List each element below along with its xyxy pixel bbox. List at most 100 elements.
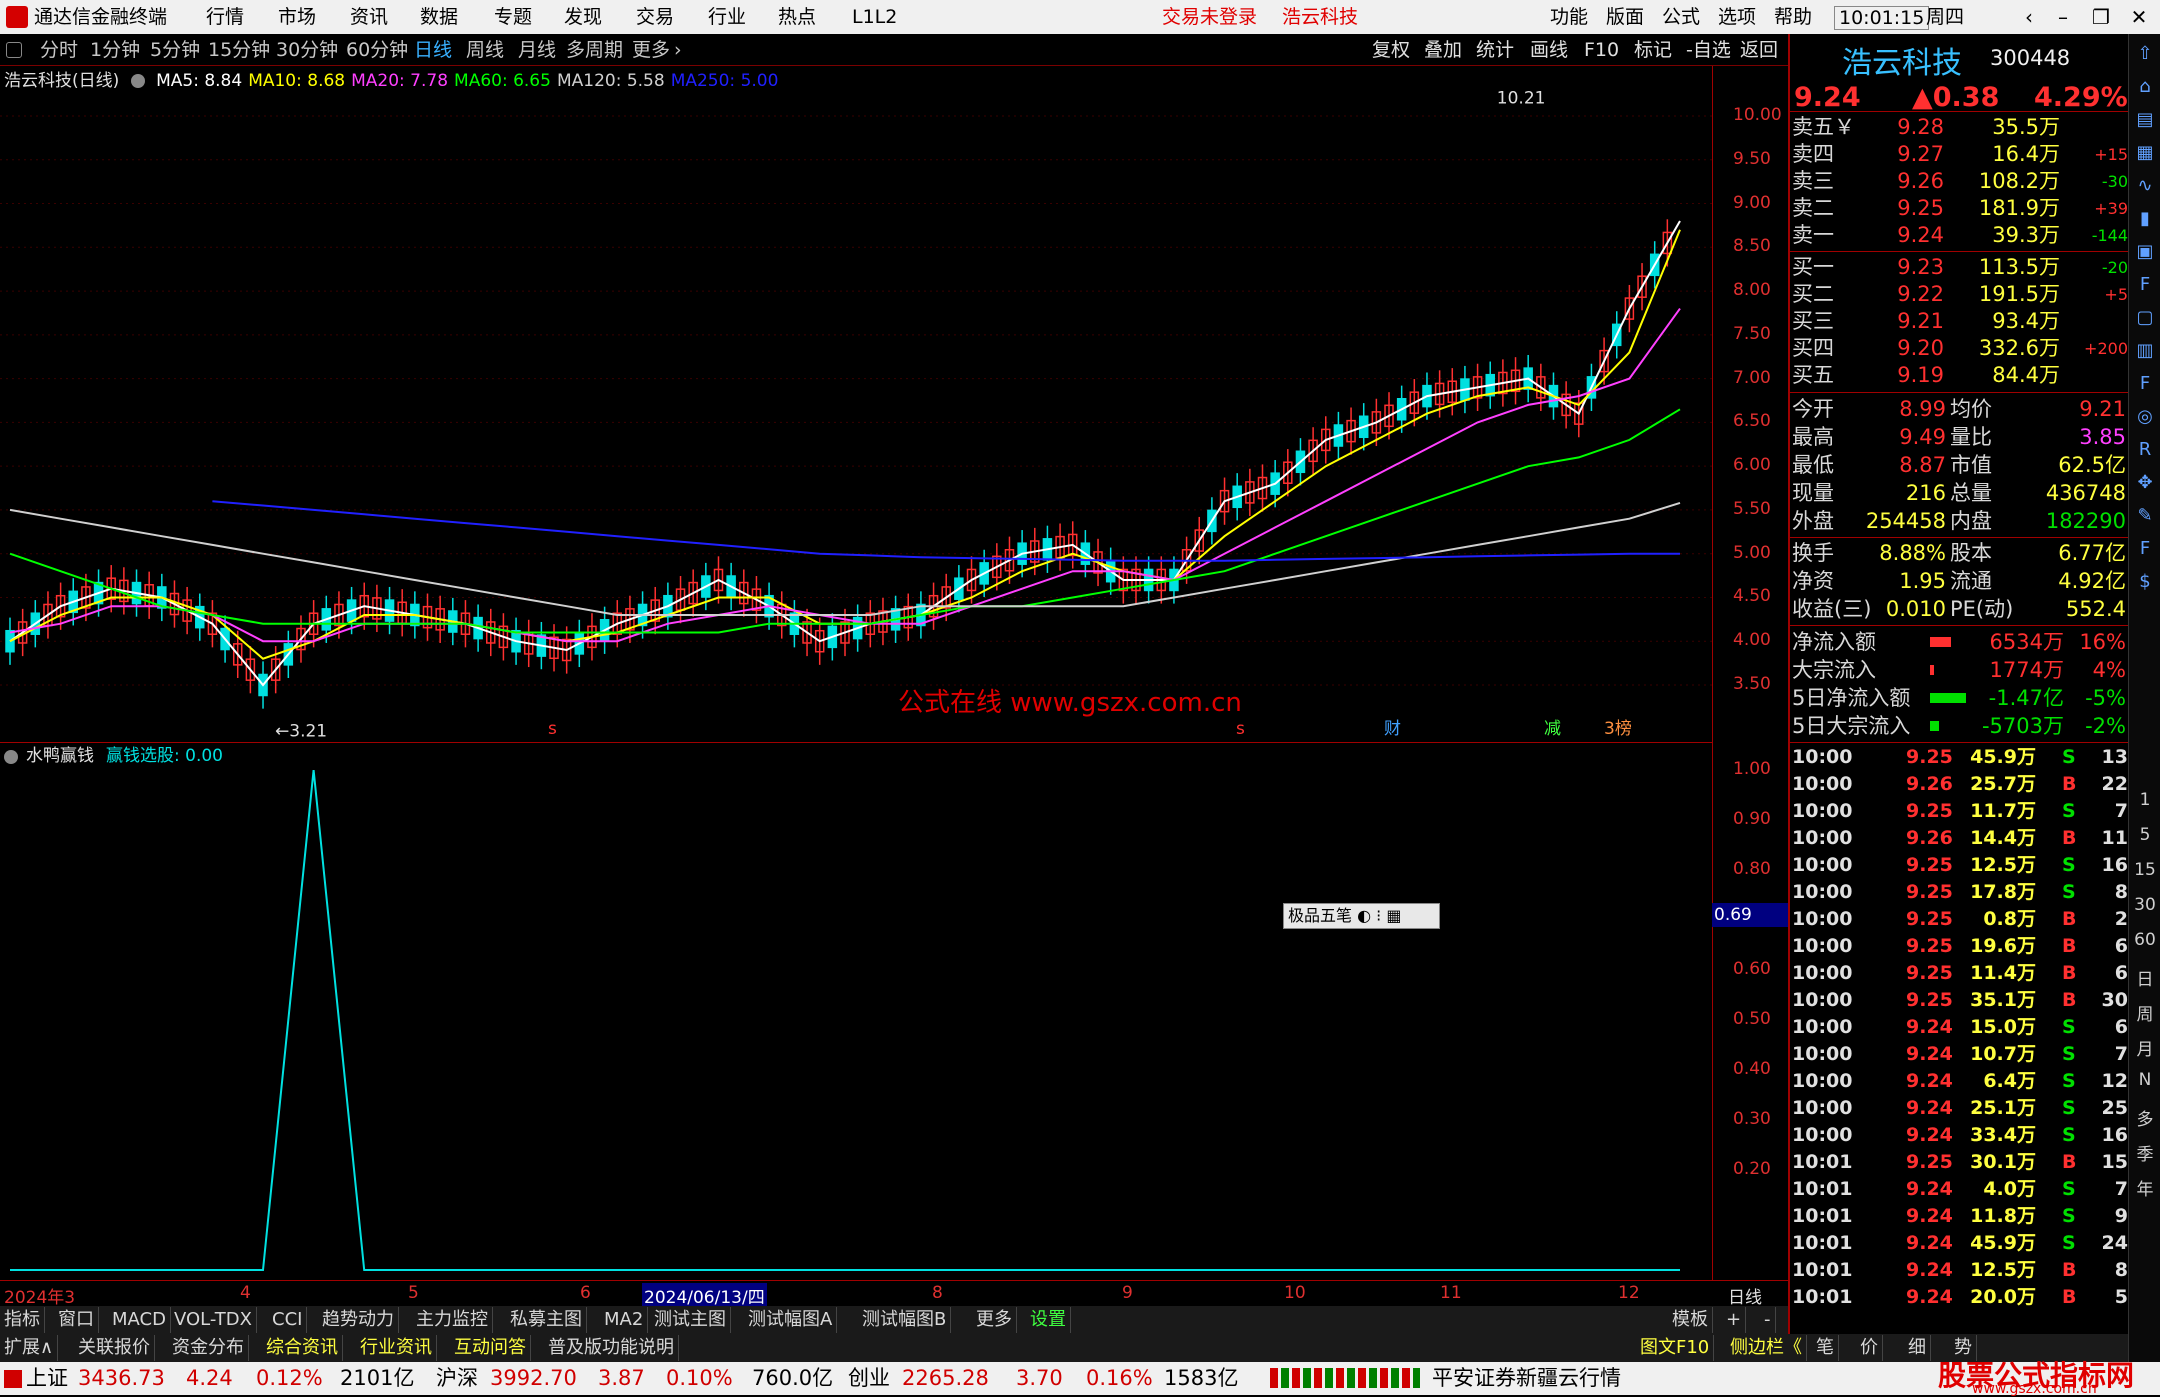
asks-row[interactable]: 卖四 9.27 16.4万 +15 [1790, 141, 2130, 168]
period-5[interactable]: 60分钟 [346, 38, 408, 62]
event-marker-0[interactable]: s [548, 719, 557, 739]
tool-1[interactable]: 叠加 [1424, 38, 1462, 62]
indicator-tab-0[interactable]: 指标 [0, 1307, 45, 1333]
info-tab-1[interactable]: 关联报价 [74, 1335, 155, 1361]
tick-row[interactable]: 10:00 9.24 10.7万 S 7 [1790, 1041, 2130, 1068]
indicator-tab-10[interactable]: 测试幅图A [744, 1307, 838, 1333]
menu-0[interactable]: 行情 [206, 6, 244, 28]
tool-4[interactable]: F10 [1584, 38, 1619, 62]
event-marker-3[interactable]: 减 [1544, 719, 1561, 739]
menu-2[interactable]: 资讯 [350, 6, 388, 28]
info-tab-6[interactable]: 普及版功能说明 [544, 1335, 679, 1361]
tool-0[interactable]: 复权 [1372, 38, 1410, 62]
tool-2[interactable]: 统计 [1476, 38, 1514, 62]
sidebar-period-8[interactable]: N [2133, 1070, 2157, 1090]
period-4[interactable]: 30分钟 [276, 38, 338, 62]
period-8[interactable]: 月线 [518, 38, 556, 62]
tick-row[interactable]: 10:00 9.25 45.9万 S 13 [1790, 744, 2130, 771]
maximize-icon[interactable]: ❐ [2084, 2, 2118, 32]
sidebar-period-9[interactable]: 多 [2133, 1105, 2157, 1130]
indicator-tab-11[interactable]: 测试幅图B [858, 1307, 952, 1333]
period-0[interactable]: 分时 [40, 38, 78, 62]
indicator-tab-7[interactable]: 私募主图 [506, 1307, 587, 1333]
sz-label[interactable]: 沪深 [436, 1362, 478, 1395]
ime-toolbar[interactable]: 极品五笔 ◐ ⁝ ▦ [1283, 903, 1440, 929]
menu-4[interactable]: 专题 [494, 6, 532, 28]
sidebar-period-1[interactable]: 5 [2133, 825, 2157, 845]
menu-8[interactable]: 热点 [778, 6, 816, 28]
sidebar-period-11[interactable]: 年 [2133, 1175, 2157, 1200]
right-menu-2[interactable]: 公式 [1662, 6, 1700, 28]
event-marker-1[interactable]: s [1236, 719, 1245, 739]
panel-tab-3[interactable]: 价 [1856, 1335, 1883, 1361]
asks-row[interactable]: 卖一 9.24 39.3万 -144 [1790, 222, 2130, 249]
sidebar-period-2[interactable]: 15 [2133, 860, 2157, 880]
circle-icon[interactable]: ◎ [2133, 405, 2157, 429]
sidebar-period-10[interactable]: 季 [2133, 1140, 2157, 1165]
up-icon[interactable]: ⇧ [2133, 42, 2157, 66]
money-icon[interactable]: $ [2133, 570, 2157, 594]
tool-3[interactable]: 画线 [1530, 38, 1568, 62]
bids-row[interactable]: 买五 9.19 84.4万 [1790, 362, 2130, 389]
tick-row[interactable]: 10:00 9.24 33.4万 S 16 [1790, 1122, 2130, 1149]
tick-row[interactable]: 10:00 9.25 17.8万 S 8 [1790, 879, 2130, 906]
tick-row[interactable]: 10:00 9.25 19.6万 B 6 [1790, 933, 2130, 960]
event-marker-4[interactable]: 3榜 [1604, 719, 1632, 739]
menu-5[interactable]: 发现 [564, 6, 602, 28]
menu-7[interactable]: 行业 [708, 6, 746, 28]
news-icon[interactable]: ▣ [2133, 240, 2157, 264]
note-icon[interactable]: ▢ [2133, 306, 2157, 330]
menu-9[interactable]: L1L2 [852, 6, 897, 28]
tick-row[interactable]: 10:00 9.26 14.4万 B 11 [1790, 825, 2130, 852]
bids-row[interactable]: 买一 9.23 113.5万 -20 [1790, 254, 2130, 281]
menu-6[interactable]: 交易 [636, 6, 674, 28]
bids-row[interactable]: 买三 9.21 93.4万 [1790, 308, 2130, 335]
asks-row[interactable]: 卖二 9.25 181.9万 +39 [1790, 195, 2130, 222]
panel-tab-2[interactable]: 笔 [1812, 1335, 1839, 1361]
tool-7[interactable]: 返回 [1740, 38, 1778, 62]
rsi-icon[interactable]: R [2133, 438, 2157, 462]
sidebar-period-3[interactable]: 30 [2133, 895, 2157, 915]
tick-row[interactable]: 10:00 9.25 11.4万 B 6 [1790, 960, 2130, 987]
grid-icon[interactable]: ▦ [2133, 141, 2157, 165]
period-2[interactable]: 5分钟 [150, 38, 200, 62]
back-icon[interactable]: ‹ [2012, 2, 2046, 32]
indicator-tab-8[interactable]: MA2 [600, 1307, 649, 1333]
tick-row[interactable]: 10:00 9.26 25.7万 B 22 [1790, 771, 2130, 798]
indicator-tab-9[interactable]: 测试主图 [650, 1307, 731, 1333]
kline-chart[interactable]: 10.21 ←3.21 s s 财 减 3榜 [0, 66, 1712, 742]
sidebar-period-7[interactable]: 月 [2133, 1035, 2157, 1060]
doc-icon[interactable]: ▥ [2133, 339, 2157, 363]
tick-row[interactable]: 10:00 9.25 35.1万 B 30 [1790, 987, 2130, 1014]
asks-row[interactable]: 卖三 9.26 108.2万 -30 [1790, 168, 2130, 195]
home-icon[interactable]: ⌂ [2133, 75, 2157, 99]
settings-icon[interactable] [130, 74, 145, 88]
tick-row[interactable]: 10:00 9.25 0.8万 B 2 [1790, 906, 2130, 933]
indicator-tab-12[interactable]: 更多 [972, 1307, 1017, 1333]
info-tab-3[interactable]: 综合资讯 [262, 1335, 343, 1361]
f10-icon[interactable]: F [2133, 273, 2157, 297]
indicator-tab-5[interactable]: 趋势动力 [318, 1307, 399, 1333]
info-tab-4[interactable]: 行业资讯 [356, 1335, 437, 1361]
menu-toggle-icon[interactable] [6, 42, 22, 58]
asks-row[interactable]: 卖五￥ 9.28 35.5万 [1790, 114, 2130, 141]
login-status[interactable]: 交易未登录 [1162, 6, 1257, 28]
menu-3[interactable]: 数据 [420, 6, 458, 28]
close-icon[interactable]: ✕ [2122, 2, 2156, 32]
chart-icon[interactable]: ∿ [2133, 174, 2157, 198]
tool-5[interactable]: 标记 [1634, 38, 1672, 62]
info-tab-5[interactable]: 互动问答 [450, 1335, 531, 1361]
cy-label[interactable]: 创业 [848, 1362, 890, 1395]
period-6[interactable]: 日线 [414, 38, 452, 62]
template-tab-0[interactable]: 模板 [1668, 1307, 1713, 1333]
right-menu-4[interactable]: 帮助 [1774, 6, 1812, 28]
period-10[interactable]: 更多 [632, 38, 670, 62]
move-icon[interactable]: ✥ [2133, 471, 2157, 495]
info-tab-0[interactable]: 扩展∧ [0, 1335, 59, 1361]
tick-row[interactable]: 10:00 9.24 25.1万 S 25 [1790, 1095, 2130, 1122]
template-tab-1[interactable]: + [1722, 1307, 1747, 1333]
indicator-tab-2[interactable]: MACD [108, 1307, 171, 1333]
sidebar-period-5[interactable]: 日 [2133, 965, 2157, 990]
minimize-icon[interactable]: – [2046, 2, 2080, 32]
panel-tab-1[interactable]: 侧边栏《 [1726, 1335, 1807, 1361]
